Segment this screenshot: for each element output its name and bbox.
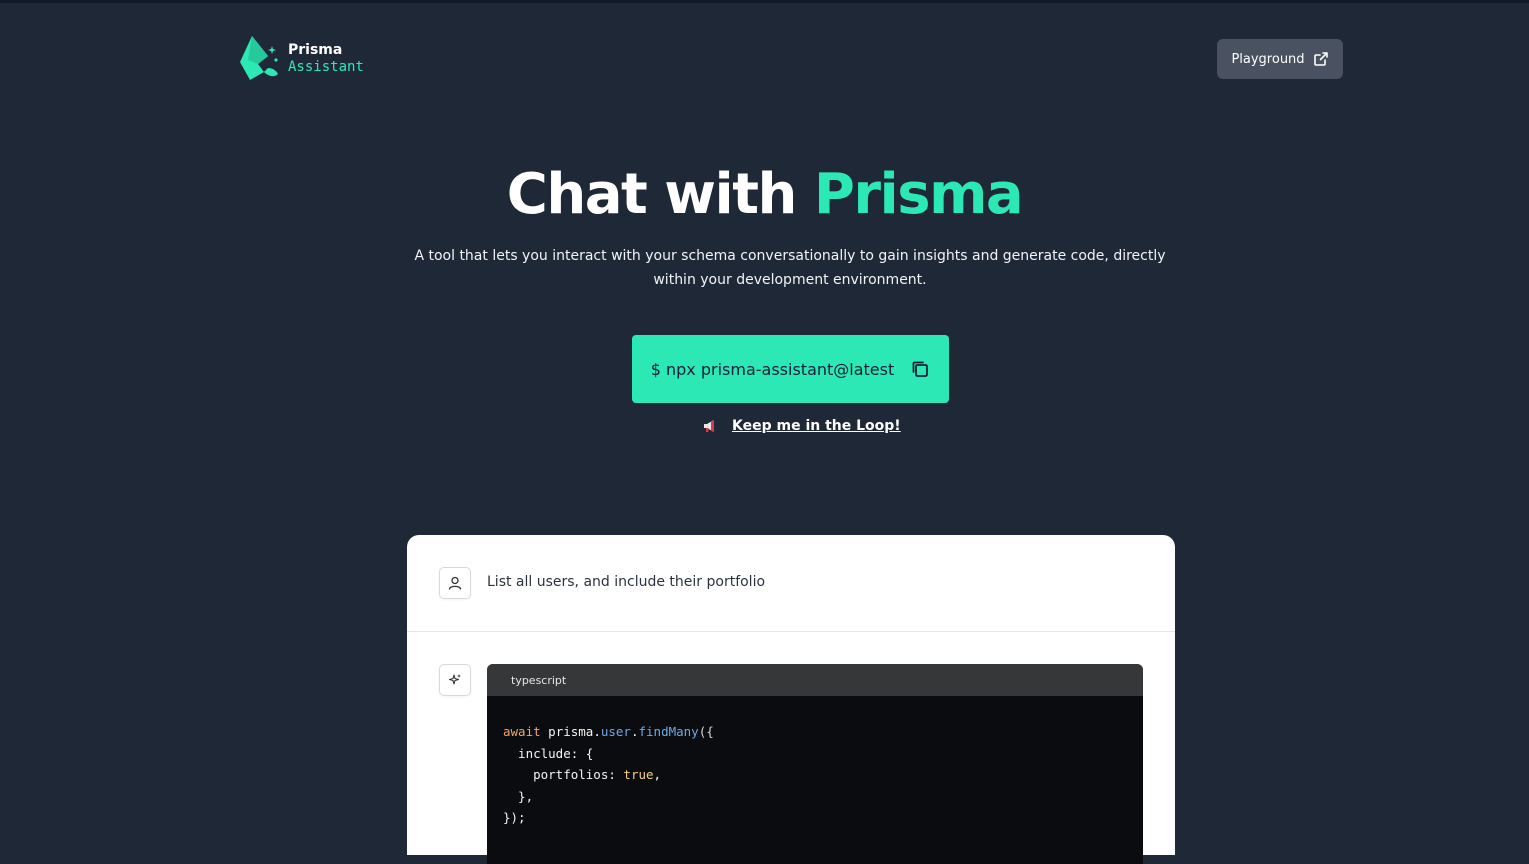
- code-token: portfolios:: [503, 767, 624, 782]
- code-token: user: [600, 724, 631, 739]
- logo-subtitle: Assistant: [288, 59, 364, 75]
- page-title: Chat with Prisma: [0, 162, 1529, 227]
- title-accent: Prisma: [813, 162, 1024, 227]
- hero-description: A tool that lets you interact with your …: [414, 248, 1166, 288]
- code-token: prisma.: [540, 724, 601, 739]
- user-avatar: [439, 567, 471, 599]
- sparkle-icon: [448, 674, 461, 685]
- playground-button[interactable]: Playground: [1217, 39, 1343, 79]
- megaphone-icon: [704, 420, 714, 432]
- code-line: },: [503, 786, 1127, 808]
- top-border: [0, 0, 1529, 3]
- user-message: List all users, and include their portfo…: [487, 574, 766, 590]
- code-block: typescript await prisma.user.findMany({ …: [487, 664, 1143, 864]
- prisma-logo-icon: [240, 36, 278, 80]
- external-link-icon: [1313, 52, 1328, 66]
- code-language-label: typescript: [487, 664, 1143, 696]
- chat-card: List all users, and include their portfo…: [407, 535, 1175, 864]
- code-token: findMany: [638, 724, 699, 739]
- newsletter-cta[interactable]: Keep me in the Loop!: [702, 418, 901, 434]
- code-token: include: {: [503, 745, 594, 761]
- code-token: ,: [653, 767, 662, 782]
- copy-command-button[interactable]: $ npx prisma-assistant@latest: [632, 335, 949, 403]
- install-command: $ npx prisma-assistant@latest: [650, 359, 895, 379]
- message-divider: [407, 631, 1175, 632]
- playground-label: Playground: [1231, 51, 1305, 67]
- code-token: ({: [698, 724, 714, 739]
- copy-icon: [912, 361, 929, 377]
- keep-me-in-loop-link[interactable]: Keep me in the Loop!: [732, 418, 901, 434]
- code-line: portfolios: true,: [503, 764, 1127, 786]
- assistant-avatar: [439, 664, 471, 696]
- user-icon: [448, 576, 462, 590]
- code-token: });: [503, 810, 526, 825]
- code-line: include: {: [503, 743, 1127, 765]
- code-token: await: [503, 724, 541, 739]
- code-line: });: [503, 807, 1127, 829]
- logo-name: Prisma: [288, 42, 343, 58]
- code-line: await prisma.user.findMany({: [503, 721, 1127, 743]
- logo[interactable]: Prisma Assistant: [238, 34, 364, 84]
- code-body[interactable]: await prisma.user.findMany({ include: { …: [487, 696, 1143, 854]
- code-token: },: [503, 788, 534, 804]
- title-prefix: Chat with: [506, 162, 814, 227]
- code-token: .: [630, 724, 639, 739]
- code-token: true: [623, 767, 654, 782]
